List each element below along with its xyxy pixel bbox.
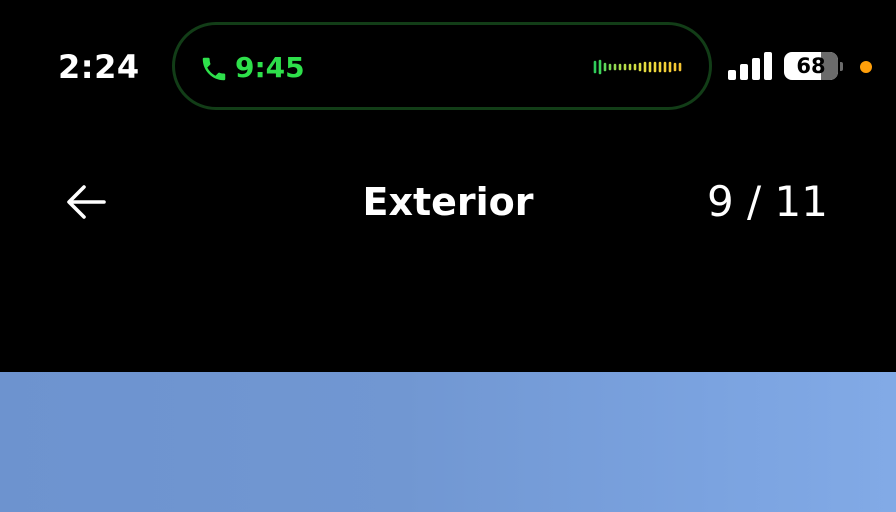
phone-icon (202, 57, 226, 81)
battery-cap (840, 62, 843, 71)
status-bar-time: 2:24 (58, 48, 140, 86)
call-duration: 9:45 (235, 51, 305, 84)
cellular-signal-icon (728, 52, 772, 80)
back-button[interactable] (58, 176, 114, 228)
page-title: Exterior (362, 180, 534, 224)
arrow-left-icon (67, 185, 106, 219)
privacy-indicator-dot (860, 61, 872, 73)
battery-indicator: 68 (784, 52, 838, 80)
photo-counter: 9 / 11 (706, 177, 828, 226)
dynamic-island-call[interactable]: 9:45 (172, 22, 712, 110)
battery-level: 68 (796, 54, 826, 78)
photo-viewer-screen: 2:24 9:45 68 Exterior 9 / 11 (0, 0, 896, 512)
exterior-photo[interactable] (0, 372, 896, 512)
audio-waveform-icon (593, 59, 682, 75)
